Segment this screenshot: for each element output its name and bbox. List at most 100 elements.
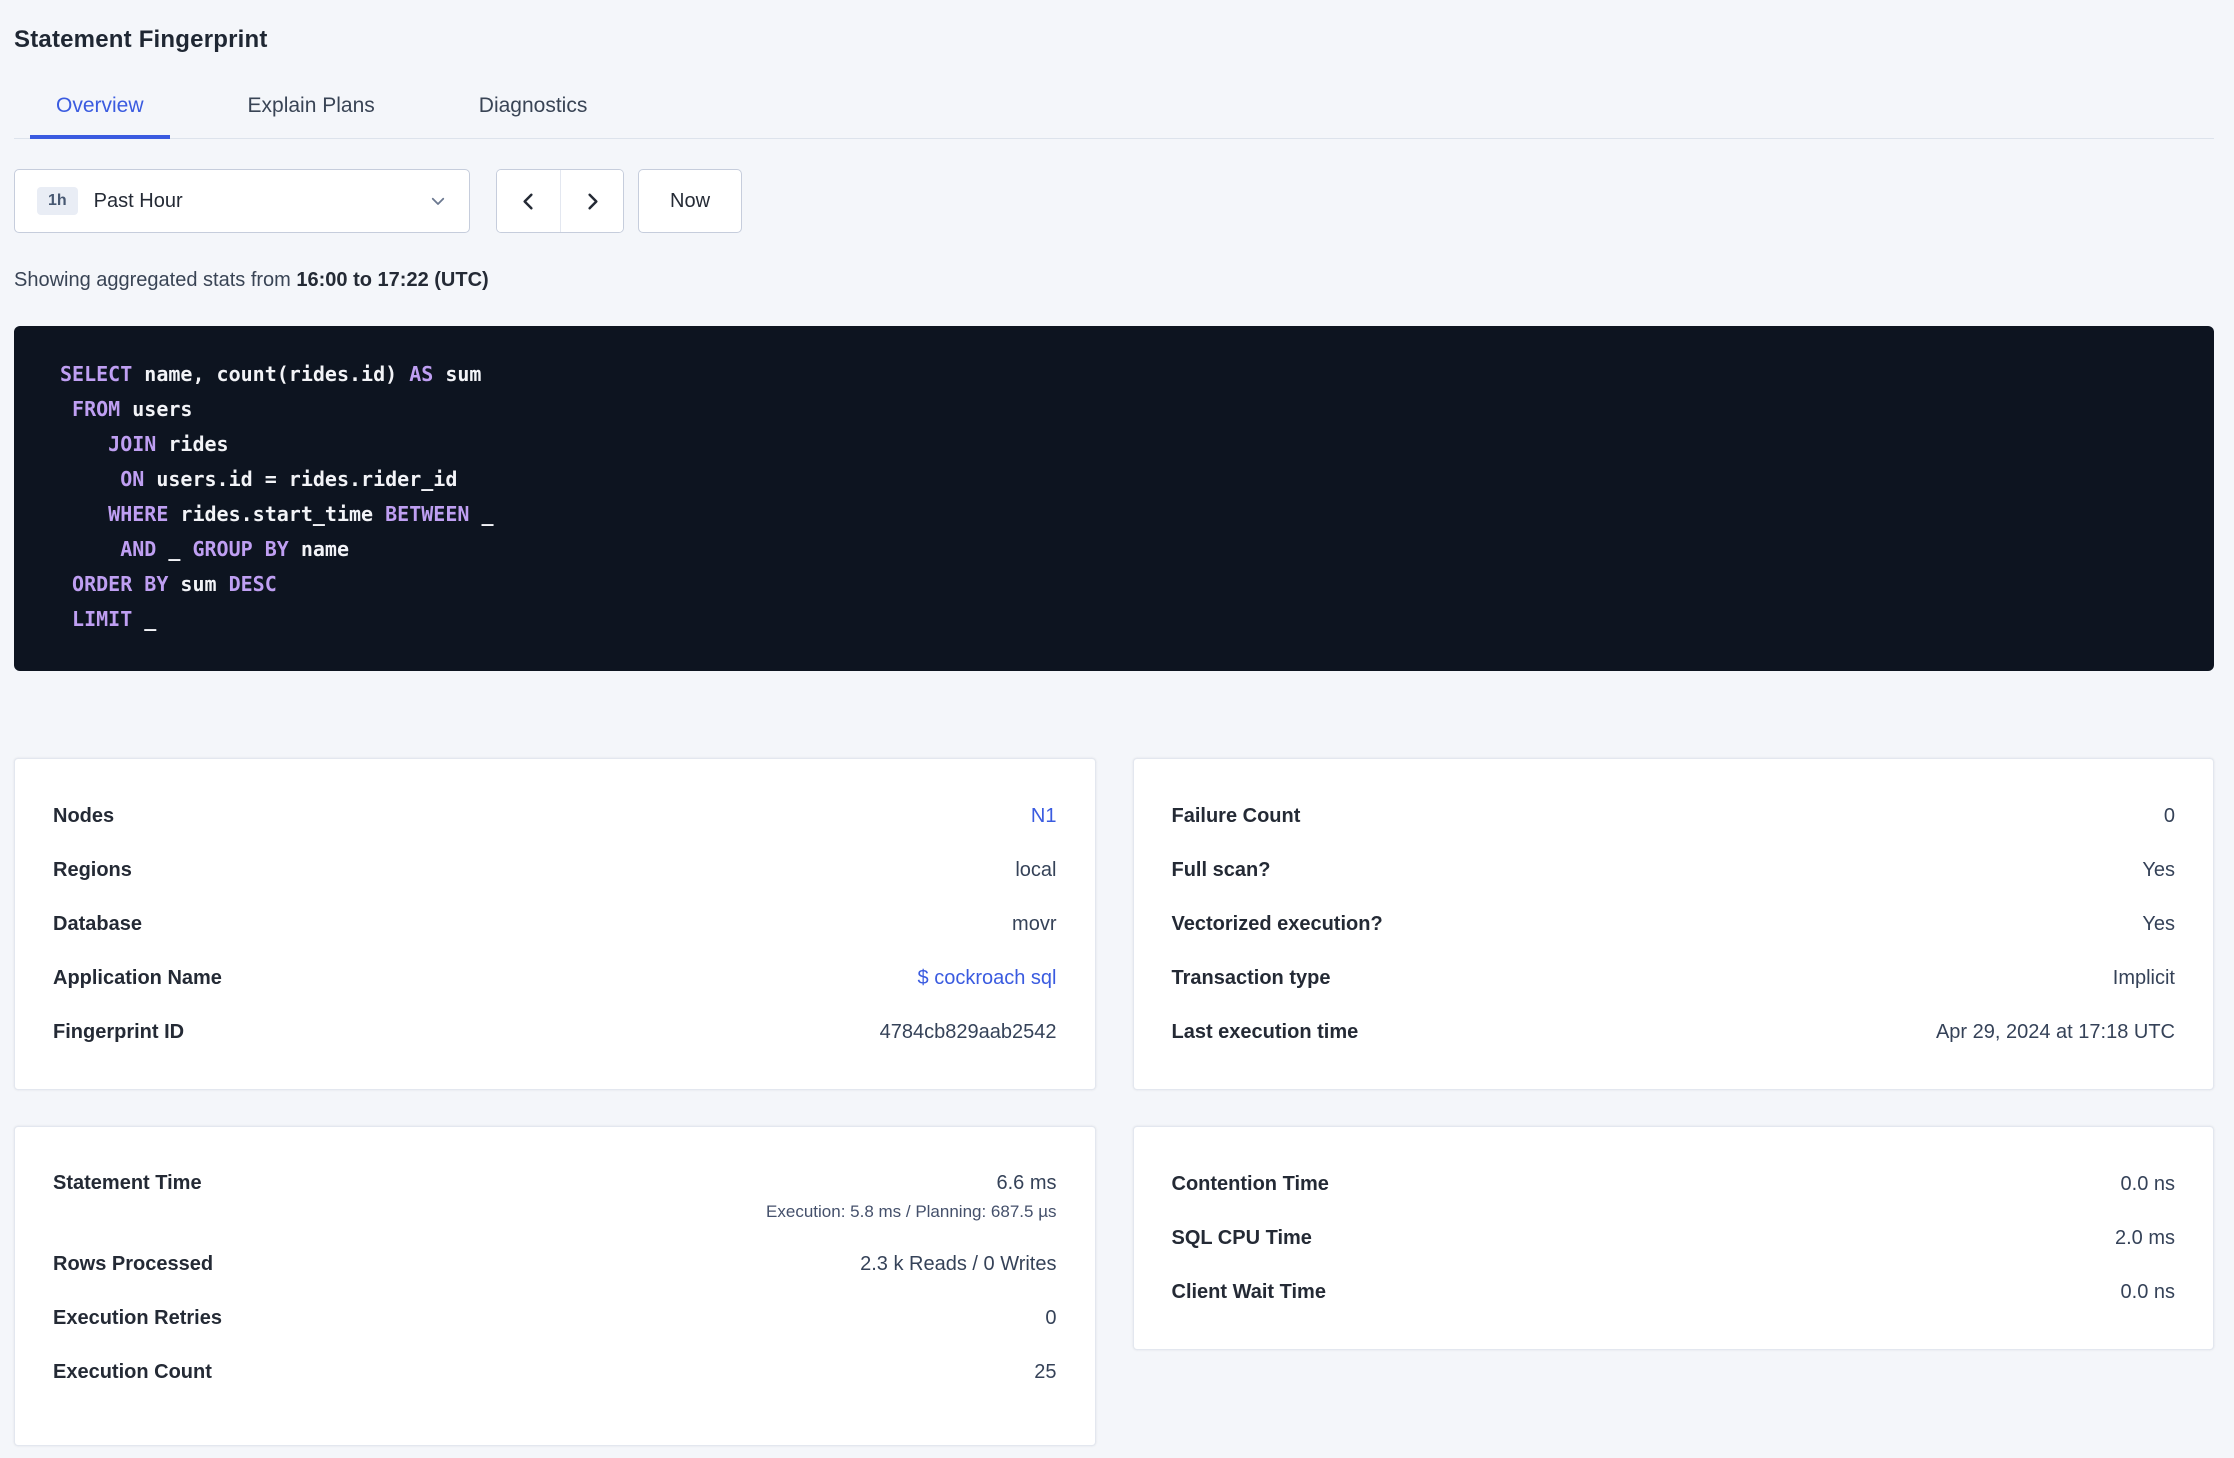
sql-line: LIMIT _ xyxy=(72,607,157,631)
execution-attributes-card: Failure Count 0 Full scan? Yes Vectorized ex… xyxy=(1132,758,2214,1090)
sql-line: AND _ GROUP BY name xyxy=(120,537,350,561)
row-value-link[interactable]: N1 xyxy=(1031,803,1057,830)
aggregated-stats-range: 16:00 to 17:22 (UTC) xyxy=(296,269,489,291)
row-value-wrap: local xyxy=(1015,857,1056,884)
details-cards-row: Nodes N1 Regions local Database movr Applicati… xyxy=(14,758,2214,1090)
card-row: Vectorized execution? Yes xyxy=(1172,897,2176,951)
row-value-wrap: 25 xyxy=(1034,1359,1056,1386)
row-label: Regions xyxy=(53,858,132,881)
tab-diagnostics[interactable]: Diagnostics xyxy=(453,82,614,138)
card-row: SQL CPU Time 2.0 ms xyxy=(1172,1211,2176,1265)
row-label: Application Name xyxy=(53,966,222,989)
row-value-wrap: 4784cb829aab2542 xyxy=(880,1019,1057,1046)
row-value: 2.0 ms xyxy=(2114,1226,2175,1249)
row-value-wrap: Apr 29, 2024 at 17:18 UTC xyxy=(1936,1019,2175,1046)
card-row: Fingerprint ID 4784cb829aab2542 xyxy=(53,1005,1057,1059)
row-label: Nodes xyxy=(53,804,115,827)
chevron-left-icon xyxy=(517,190,540,213)
row-value-wrap: 0.0 ns xyxy=(2121,1279,2175,1306)
chevron-right-icon xyxy=(581,190,604,213)
row-value-link[interactable]: $ cockroach sql xyxy=(918,965,1057,992)
row-value-wrap: 2.0 ms xyxy=(2115,1225,2175,1252)
next-interval-button[interactable] xyxy=(560,170,623,232)
card-row: Last execution time Apr 29, 2024 at 17:18… xyxy=(1172,1005,2176,1059)
sql-line: JOIN rides xyxy=(108,432,229,456)
statement-details-card: Nodes N1 Regions local Database movr Applicati… xyxy=(14,758,1096,1090)
statement-timing-card: Statement Time 6.6 ms Execution: 5.8 ms / … xyxy=(14,1126,1096,1446)
row-value-wrap: movr xyxy=(1012,911,1056,938)
tab-bar: Overview Explain Plans Diagnostics xyxy=(14,82,2214,139)
row-label: Contention Time xyxy=(1171,1172,1329,1195)
row-value: local xyxy=(1015,858,1057,881)
time-range-dropdown[interactable]: 1h Past Hour xyxy=(14,169,470,233)
row-label: Client Wait Time xyxy=(1171,1280,1326,1303)
statement-fingerprint-page: Statement Fingerprint Overview Explain P… xyxy=(0,0,2234,1446)
page-title: Statement Fingerprint xyxy=(14,26,268,53)
row-label: SQL CPU Time xyxy=(1171,1226,1312,1249)
sql-line: WHERE rides.start_time BETWEEN _ xyxy=(108,502,494,526)
row-value: 0.0 ns xyxy=(2120,1172,2175,1195)
row-label: Vectorized execution? xyxy=(1171,912,1383,935)
row-label: Execution Count xyxy=(53,1360,212,1383)
now-button[interactable]: Now xyxy=(638,169,743,233)
row-label: Database xyxy=(53,912,142,935)
row-value: 6.6 ms xyxy=(996,1172,1057,1194)
row-value: Implicit xyxy=(2112,966,2175,989)
card-row: Full scan? Yes xyxy=(1172,843,2176,897)
time-arrow-group xyxy=(496,169,624,233)
row-value-wrap: N1 xyxy=(1031,803,1057,830)
row-value-wrap: 0 xyxy=(2164,803,2175,830)
row-label: Rows Processed xyxy=(53,1252,214,1275)
row-value: 25 xyxy=(1034,1360,1057,1383)
card-row: Failure Count 0 xyxy=(1172,789,2176,843)
sql-line: SELECT name, count(rides.id) AS sum xyxy=(60,362,482,386)
row-label: Last execution time xyxy=(1171,1020,1359,1043)
row-value-wrap: Yes xyxy=(2142,857,2175,884)
row-label: Fingerprint ID xyxy=(53,1020,185,1043)
row-value-wrap: 0.0 ns xyxy=(2121,1171,2175,1198)
row-value: 0 xyxy=(1045,1306,1057,1329)
card-row: Execution Count 25 xyxy=(53,1345,1057,1399)
tab-overview[interactable]: Overview xyxy=(30,82,170,139)
card-row: Client Wait Time 0.0 ns xyxy=(1172,1265,2176,1319)
row-label: Transaction type xyxy=(1171,966,1331,989)
row-value-wrap: 0 xyxy=(1045,1305,1056,1332)
row-label: Statement Time xyxy=(53,1172,202,1194)
card-row: Application Name $ cockroach sql xyxy=(53,951,1057,1005)
row-value-wrap: 6.6 ms Execution: 5.8 ms / Planning: 687.… xyxy=(766,1170,1056,1224)
card-row: Rows Processed 2.3 k Reads / 0 Writes xyxy=(53,1237,1057,1291)
time-range-label: Past Hour xyxy=(93,189,183,212)
sql-line: ORDER BY sum DESC xyxy=(72,572,277,596)
row-value-wrap: Yes xyxy=(2142,911,2175,938)
row-value: movr xyxy=(1012,912,1057,935)
sql-line: ON users.id = rides.rider_id xyxy=(120,467,458,491)
sql-line: FROM users xyxy=(72,397,193,421)
row-value-wrap: 2.3 k Reads / 0 Writes xyxy=(860,1251,1056,1278)
row-value-wrap: $ cockroach sql xyxy=(918,965,1057,992)
aggregated-stats-prefix: Showing aggregated stats from xyxy=(14,269,297,291)
row-value: 0 xyxy=(2163,804,2175,827)
card-row: Statement Time 6.6 ms Execution: 5.8 ms / … xyxy=(53,1157,1057,1237)
card-row: Database movr xyxy=(53,897,1057,951)
wait-time-card: Contention Time 0.0 ns SQL CPU Time 2.0 ms C… xyxy=(1132,1126,2214,1350)
card-row: Regions local xyxy=(53,843,1057,897)
row-label: Execution Retries xyxy=(53,1306,222,1329)
card-row: Contention Time 0.0 ns xyxy=(1172,1157,2176,1211)
sql-code: SELECT name, count(rides.id) AS sum FROM… xyxy=(60,357,2168,637)
row-value: Apr 29, 2024 at 17:18 UTC xyxy=(1935,1020,2175,1043)
card-row: Execution Retries 0 xyxy=(53,1291,1057,1345)
row-value: 0.0 ns xyxy=(2120,1280,2175,1303)
row-value-wrap: Implicit xyxy=(2113,965,2175,992)
tab-explain-plans[interactable]: Explain Plans xyxy=(222,82,401,138)
chevron-down-icon xyxy=(429,192,447,210)
row-value: Yes xyxy=(2142,858,2175,881)
timing-cards-row: Statement Time 6.6 ms Execution: 5.8 ms / … xyxy=(14,1126,2214,1446)
row-label: Full scan? xyxy=(1171,858,1271,881)
time-controls: 1h Past Hour Now xyxy=(14,169,2214,233)
row-value: Yes xyxy=(2142,912,2175,935)
card-row: Transaction type Implicit xyxy=(1172,951,2176,1005)
row-value: 4784cb829aab2542 xyxy=(879,1020,1057,1043)
row-label: Failure Count xyxy=(1171,804,1301,827)
previous-interval-button[interactable] xyxy=(497,170,560,232)
card-row: Nodes N1 xyxy=(53,789,1057,843)
